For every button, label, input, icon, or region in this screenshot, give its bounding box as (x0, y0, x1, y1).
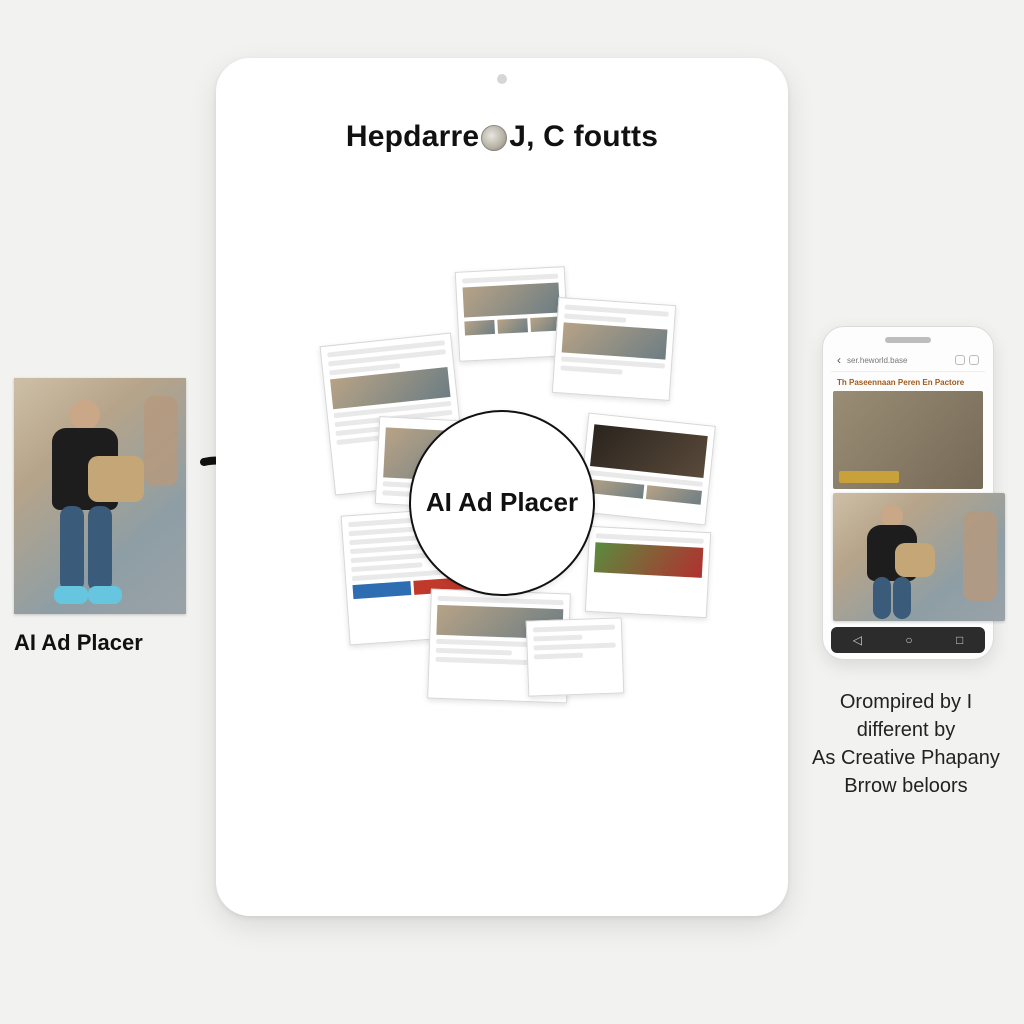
webpage-collage: AI Ad Placer (287, 279, 717, 709)
android-recent-icon[interactable]: □ (956, 633, 963, 647)
tablet-device: Hepdarre J, C foutts (216, 58, 788, 916)
collage-page (552, 297, 676, 401)
source-label: AI Ad Placer (14, 630, 186, 656)
phone-speaker-icon (885, 337, 931, 343)
phone-ad-image (833, 493, 1005, 621)
tablet-screen: Hepdarre J, C foutts (246, 94, 758, 880)
phone-browser-bar: ‹ ser.heworld.base (831, 349, 985, 372)
source-block: AI Ad Placer (14, 378, 186, 656)
menu-icon[interactable] (969, 355, 979, 365)
caption-line: Brrow beloors (806, 772, 1006, 800)
android-back-icon[interactable]: ◁ (853, 633, 862, 647)
collage-page (578, 413, 716, 526)
tablet-title-left: Hepdarre (346, 120, 479, 153)
caption-line: different by (806, 716, 1006, 744)
source-image (14, 378, 186, 614)
phone-url: ser.heworld.base (847, 356, 949, 365)
collage-page (455, 266, 570, 362)
caption-line: Orompired by I (806, 688, 1006, 716)
collage-page (526, 617, 625, 696)
phone-article-image (833, 391, 983, 489)
phone-device: ‹ ser.heworld.base Th Paseennaan Peren E… (822, 326, 994, 660)
collage-page (585, 526, 711, 618)
center-circle-label: AI Ad Placer (409, 410, 595, 596)
phone-article-title: Th Paseennaan Peren En Pactore (831, 376, 985, 391)
tablet-camera-icon (497, 74, 507, 84)
tablet-title: Hepdarre J, C foutts (246, 94, 758, 154)
back-icon[interactable]: ‹ (837, 353, 841, 367)
android-home-icon[interactable]: ○ (905, 633, 912, 647)
globe-icon (481, 125, 507, 151)
phone-system-nav: ◁ ○ □ (831, 627, 985, 653)
tablet-title-right: J, C foutts (509, 120, 658, 153)
tab-icon[interactable] (955, 355, 965, 365)
phone-caption: Orompired by I different by As Creative … (806, 688, 1006, 800)
caption-line: As Creative Phapany (806, 744, 1006, 772)
